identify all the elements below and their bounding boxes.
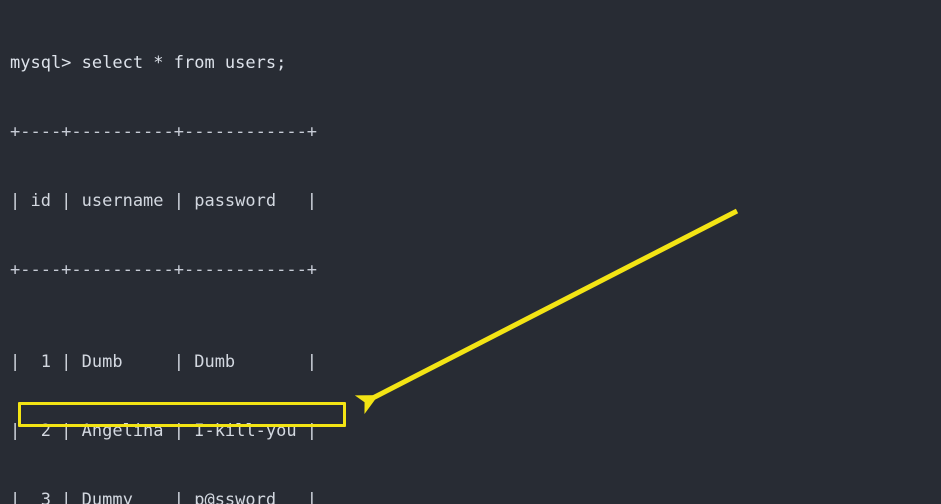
table-separator-top: +----+----------+------------+ <box>10 122 318 142</box>
terminal-output: mysql> select * from users; +----+------… <box>10 6 317 504</box>
table-header-row: | id | username | password | <box>10 191 318 211</box>
terminal-screen: mysql> select * from users; +----+------… <box>0 0 941 504</box>
table-row: | 1 | Dumb | Dumb | <box>10 352 318 372</box>
table-row: | 3 | Dummy | p@ssword | <box>10 490 318 504</box>
table-separator-header: +----+----------+------------+ <box>10 260 318 280</box>
table-row: | 2 | Angelina | I-kill-you | <box>10 421 318 441</box>
mysql-prompt-line: mysql> select * from users; <box>10 53 287 73</box>
